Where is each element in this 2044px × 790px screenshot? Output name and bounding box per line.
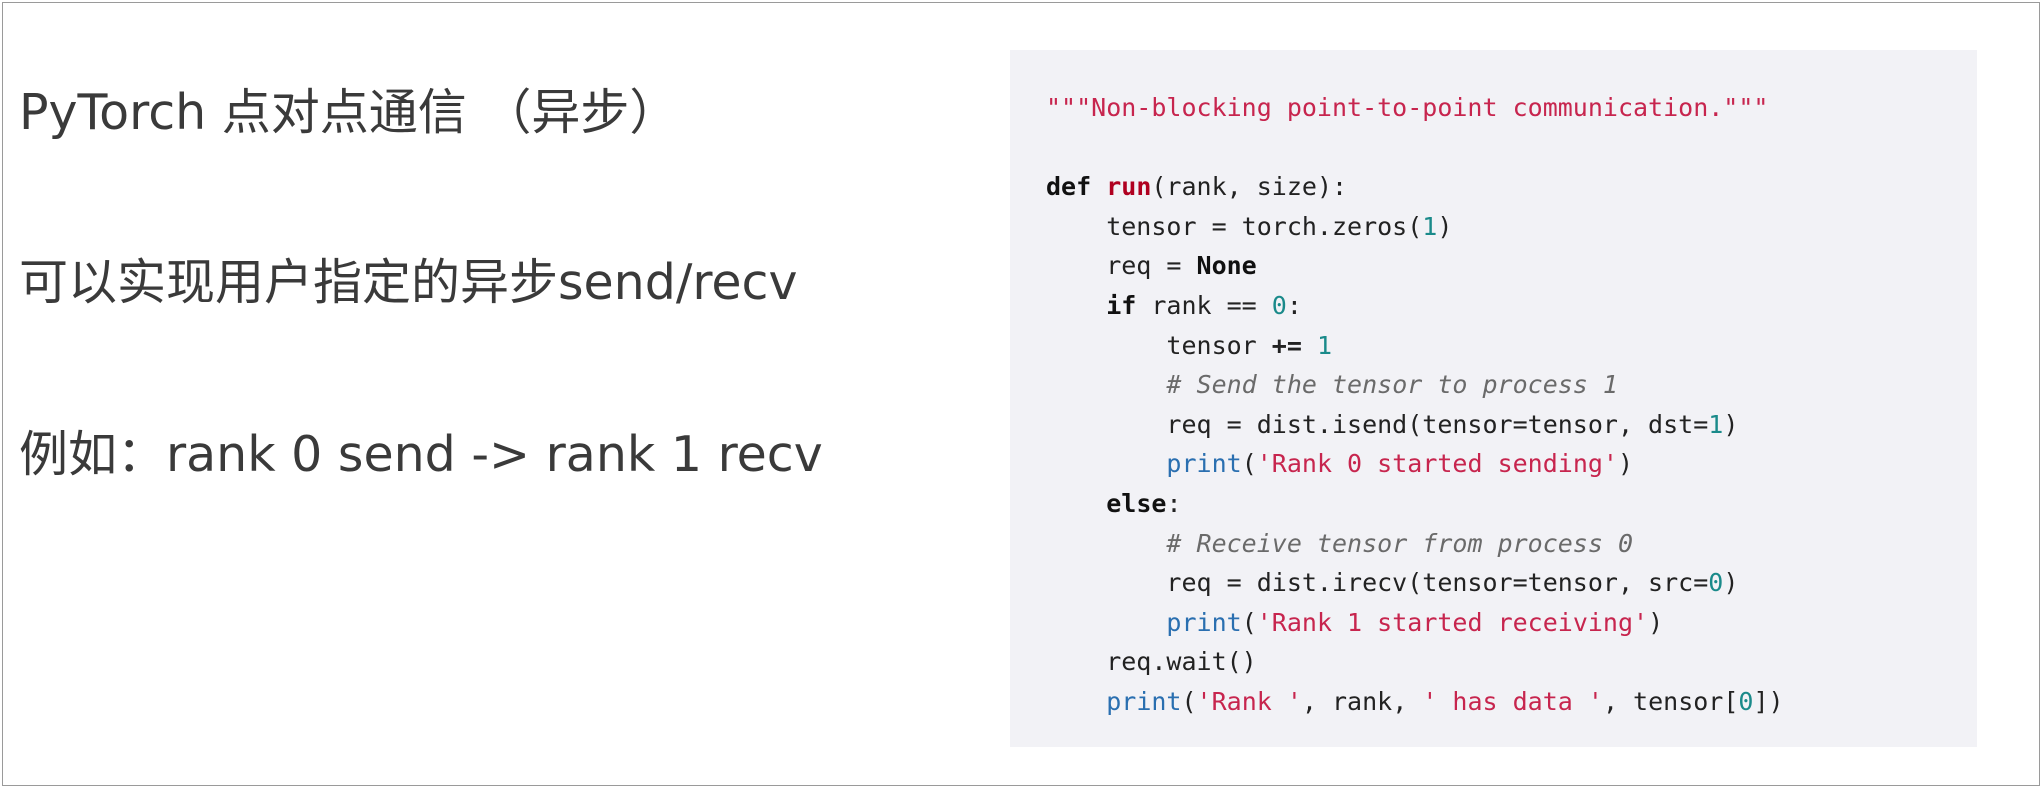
code-token: += xyxy=(1271,330,1302,360)
code-line: req = dist.irecv(tensor=tensor, src=0) xyxy=(1046,563,1977,603)
code-line: tensor += 1 xyxy=(1046,326,1977,366)
code-token: 1 xyxy=(1422,211,1438,241)
code-token: def xyxy=(1046,172,1092,202)
slide-example: 例如：rank 0 send -> rank 1 recv xyxy=(19,426,823,483)
code-token: , rank, xyxy=(1301,686,1423,716)
code-line: print('Rank ', rank, ' has data ', tenso… xyxy=(1046,682,1977,722)
code-token: print xyxy=(1106,686,1182,716)
code-token: ' has data ' xyxy=(1422,686,1603,716)
code-token: # Send the tensor to process 1 xyxy=(1166,370,1618,400)
slide-description: 可以实现用户指定的异步send/recv xyxy=(19,254,798,311)
code-token: ) xyxy=(1723,409,1739,439)
code-token: ) xyxy=(1648,607,1664,637)
code-token: req = xyxy=(1046,251,1197,281)
code-token: ) xyxy=(1723,568,1739,598)
code-token: 'Rank ' xyxy=(1196,686,1302,716)
code-token: 1 xyxy=(1708,409,1724,439)
code-line: print('Rank 0 started sending') xyxy=(1046,444,1977,484)
code-line: tensor = torch.zeros(1) xyxy=(1046,207,1977,247)
code-line: req = None xyxy=(1046,246,1977,286)
code-token: tensor xyxy=(1046,330,1272,360)
code-line: # Send the tensor to process 1 xyxy=(1046,365,1977,405)
code-token: run xyxy=(1106,172,1152,202)
code-token: ( xyxy=(1241,449,1257,479)
code-token: else xyxy=(1106,488,1167,518)
code-token: ) xyxy=(1617,449,1634,479)
code-token: req = dist.isend(tensor=tensor, dst= xyxy=(1046,409,1709,439)
code-line: """Non-blocking point-to-point communica… xyxy=(1046,88,1977,128)
code-token: 0 xyxy=(1271,290,1287,320)
code-token: ( xyxy=(1241,607,1257,637)
code-token: 'Rank 1 started receiving' xyxy=(1256,607,1649,637)
code-token: if xyxy=(1106,290,1137,320)
code-token: 'Rank 0 started sending' xyxy=(1256,449,1618,479)
code-line: print('Rank 1 started receiving') xyxy=(1046,603,1977,643)
code-token: """Non-blocking point-to-point communica… xyxy=(1046,93,1769,122)
code-line: req.wait() xyxy=(1046,642,1977,682)
code-token: print xyxy=(1166,607,1242,637)
code-token: None xyxy=(1196,251,1257,281)
code-token: tensor = torch.zeros( xyxy=(1046,211,1423,241)
code-token: rank == xyxy=(1136,290,1272,320)
code-token: # Receive tensor from process 0 xyxy=(1166,528,1634,558)
code-token: ]) xyxy=(1753,686,1784,716)
code-listing: """Non-blocking point-to-point communica… xyxy=(1046,88,1977,722)
code-block: """Non-blocking point-to-point communica… xyxy=(1010,50,1977,747)
code-token: ) xyxy=(1437,211,1453,241)
code-token: : xyxy=(1286,290,1302,320)
code-token: , tensor[ xyxy=(1602,686,1739,716)
code-token: 0 xyxy=(1708,568,1724,598)
code-token: req.wait() xyxy=(1046,647,1257,677)
code-line: def run(rank, size): xyxy=(1046,167,1977,207)
code-token: 0 xyxy=(1738,686,1754,716)
code-token: (rank, size): xyxy=(1151,172,1348,202)
code-token: print xyxy=(1166,449,1242,479)
slide-title: PyTorch 点对点通信 （异步） xyxy=(19,84,679,141)
code-line: else: xyxy=(1046,484,1977,524)
code-token: : xyxy=(1166,488,1182,518)
code-line: # Receive tensor from process 0 xyxy=(1046,524,1977,564)
code-line: req = dist.isend(tensor=tensor, dst=1) xyxy=(1046,405,1977,445)
code-token: req = dist.irecv(tensor=tensor, src= xyxy=(1046,568,1709,598)
code-token: 1 xyxy=(1316,330,1333,360)
code-line: if rank == 0: xyxy=(1046,286,1977,326)
code-token: ( xyxy=(1181,686,1197,716)
